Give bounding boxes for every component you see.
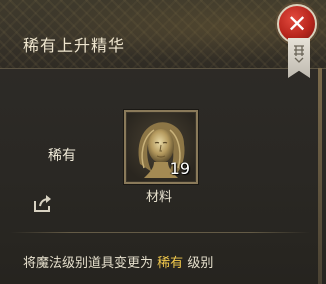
panel-edge-trim	[318, 68, 322, 284]
description-suffix: 级别	[187, 256, 214, 271]
item-description: 将魔法级别道具变更为 稀有 级别	[23, 252, 213, 271]
item-type-label: 材料	[145, 190, 172, 205]
share-icon	[34, 195, 51, 212]
close-icon: ✕	[286, 10, 308, 38]
item-title: 稀有上升精华	[23, 36, 126, 55]
panel-header: 稀有上升精华	[0, 0, 326, 69]
item-slot[interactable]: 19	[124, 110, 198, 184]
item-count: 19	[169, 159, 190, 178]
description-prefix: 将魔法级别道具变更为	[23, 256, 154, 271]
bookmark-tag-icon	[288, 38, 310, 78]
rarity-label: 稀有	[48, 148, 76, 164]
description-highlight: 稀有	[157, 256, 184, 271]
item-info-panel: 稀有上升精华 ✕ 稀有 19 材料 将魔法级别道具变更为 稀有 级别	[0, 0, 326, 284]
divider	[10, 232, 310, 233]
share-button[interactable]	[32, 192, 54, 214]
